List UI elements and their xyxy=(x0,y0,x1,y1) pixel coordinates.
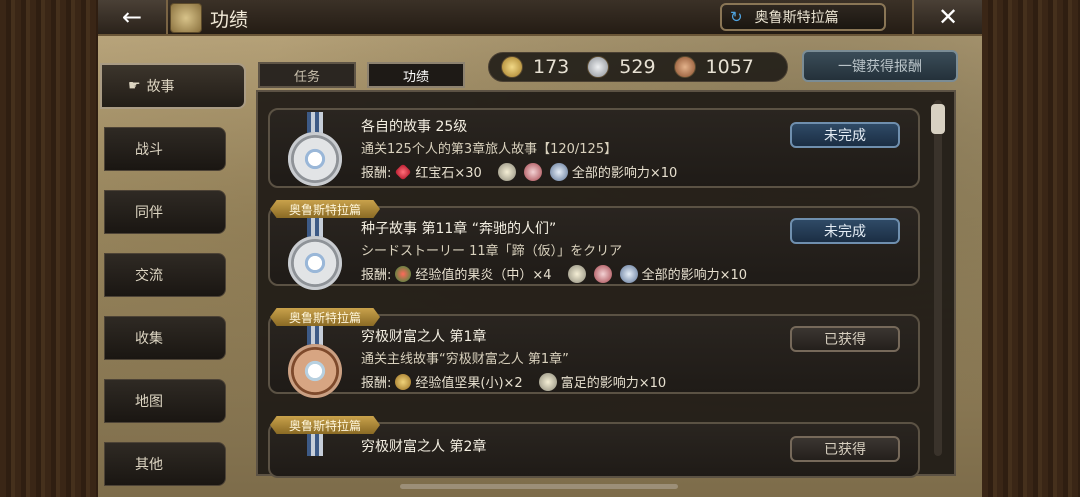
medal-ribbon xyxy=(307,434,323,456)
achievement-title: 种子故事 第11章 “奔驰的人们” xyxy=(361,221,557,237)
influence-medal-icon xyxy=(523,162,542,181)
achievement-description: シードストーリー 11章「蹄（仮）」をクリア xyxy=(361,244,623,259)
bronze-medal-icon xyxy=(673,56,696,78)
medal-counter: 173 529 1057 xyxy=(488,52,788,82)
sidebar-item-interaction[interactable]: 交流 xyxy=(104,253,226,297)
right-border xyxy=(982,0,1080,497)
status-button[interactable]: 未完成 xyxy=(790,122,900,148)
sidebar-item-companion[interactable]: 同伴 xyxy=(104,190,226,234)
reward-label: 报酬: xyxy=(361,166,392,181)
claim-all-button[interactable]: 一键获得报酬 xyxy=(802,50,958,82)
back-button[interactable]: ← xyxy=(98,0,168,34)
achievement-title: 穷极财富之人 第2章 xyxy=(361,439,487,455)
fruit-icon xyxy=(395,265,412,282)
tab-tasks[interactable]: 任务 xyxy=(258,62,356,88)
reward-label: 报酬: xyxy=(361,376,392,391)
scrollbar-thumb[interactable] xyxy=(931,104,945,134)
pointing-hand-icon: ☛ xyxy=(128,78,141,94)
sidebar-item-collection[interactable]: 收集 xyxy=(104,316,226,360)
reward-item: 经验值坚果(小)×2 xyxy=(415,376,523,391)
chapter-selector[interactable]: ↻ 奥鲁斯特拉篇 xyxy=(720,3,886,31)
chapter-ribbon: 奥鲁斯特拉篇 xyxy=(270,200,380,218)
medal-ribbon xyxy=(307,112,323,134)
bronze-medal-count: 1057 xyxy=(705,56,754,78)
sync-icon: ↻ xyxy=(730,8,743,26)
chapter-label: 奥鲁斯特拉篇 xyxy=(754,10,839,26)
home-indicator xyxy=(400,484,678,489)
reward-label: 报酬: xyxy=(361,268,392,283)
reward-item: 红宝石×30 xyxy=(415,166,482,181)
sidebar-item-map[interactable]: 地图 xyxy=(104,379,226,423)
silver-medal-icon xyxy=(288,132,342,186)
nut-icon xyxy=(395,373,412,390)
page-title: 功绩 xyxy=(210,9,249,31)
sidebar-item-label: 其他 xyxy=(135,457,163,473)
achievement-title: 各自的故事 25级 xyxy=(361,119,468,135)
silver-medal-icon xyxy=(587,56,610,78)
bronze-medal-icon xyxy=(288,344,342,398)
scrollbar[interactable] xyxy=(934,100,942,456)
close-button[interactable]: ✕ xyxy=(912,0,982,34)
reward-item: 全部的影响力×10 xyxy=(641,268,747,283)
sidebar-item-story[interactable]: ☛ 故事 xyxy=(100,63,246,109)
achievement-reward: 报酬: 经验值坚果(小)×2 富足的影响力×10 xyxy=(361,372,666,391)
status-button[interactable]: 未完成 xyxy=(790,218,900,244)
gold-medal-icon xyxy=(501,56,523,78)
back-arrow-icon: ← xyxy=(121,3,143,31)
reward-item: 富足的影响力×10 xyxy=(560,376,667,391)
sidebar-item-label: 收集 xyxy=(135,331,163,347)
left-border xyxy=(0,0,98,497)
influence-medal-icon xyxy=(567,264,586,283)
achievement-title: 穷极财富之人 第1章 xyxy=(361,329,487,345)
tab-achievements[interactable]: 功绩 xyxy=(367,62,465,88)
chapter-ribbon: 奥鲁斯特拉篇 xyxy=(270,416,380,434)
influence-medal-icon xyxy=(497,162,516,181)
achievement-reward: 报酬: 红宝石×30 全部的影响力×10 xyxy=(361,162,677,181)
achievement-description: 通关125个人的第3章旅人故事【120/125】 xyxy=(361,142,618,157)
status-button[interactable]: 已获得 xyxy=(790,326,900,352)
achievement-description: 通关主线故事“穷极财富之人 第1章” xyxy=(361,352,569,367)
influence-medal-icon xyxy=(538,372,557,391)
ruby-icon xyxy=(394,163,412,180)
silver-medal-icon xyxy=(288,236,342,290)
influence-medal-icon xyxy=(549,162,568,181)
sidebar-item-label: 战斗 xyxy=(135,142,163,158)
sidebar-item-label: 故事 xyxy=(146,79,175,95)
chapter-ribbon: 奥鲁斯特拉篇 xyxy=(270,308,380,326)
achievement-reward: 报酬: 经验值的果炎（中）×4 全部的影响力×10 xyxy=(361,264,747,283)
influence-medal-icon xyxy=(593,264,612,283)
gold-medal-count: 173 xyxy=(533,56,570,78)
influence-medal-icon xyxy=(619,264,638,283)
silver-medal-count: 529 xyxy=(619,56,656,78)
reward-item: 全部的影响力×10 xyxy=(571,166,678,181)
sidebar-item-battle[interactable]: 战斗 xyxy=(104,127,226,171)
reward-item: 经验值的果炎（中）×4 xyxy=(415,268,552,283)
sidebar-item-label: 同伴 xyxy=(135,205,163,221)
sidebar-item-label: 地图 xyxy=(135,394,163,410)
close-icon: ✕ xyxy=(937,3,959,31)
achievement-icon xyxy=(170,3,202,33)
sidebar-item-other[interactable]: 其他 xyxy=(104,442,226,486)
sidebar-item-label: 交流 xyxy=(135,268,163,284)
status-button[interactable]: 已获得 xyxy=(790,436,900,462)
